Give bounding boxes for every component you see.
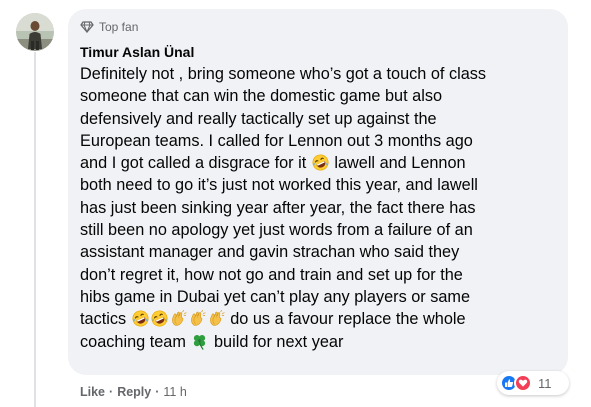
- clapping-hands-icon: [170, 310, 187, 327]
- comment-line: European teams. I called for Lennon out …: [80, 131, 473, 150]
- comment-line: has just been sinking year after year, t…: [80, 198, 476, 217]
- comment-line: someone that can win the domestic game b…: [80, 87, 443, 106]
- separator: ·: [155, 385, 160, 399]
- comment-line: and I got called a disgrace for it lawel…: [80, 152, 564, 174]
- comment-line: both need to go it’s just not worked thi…: [80, 176, 478, 195]
- comment-text: Definitely not , bring someone who’s got…: [80, 63, 564, 353]
- comment-line: Definitely not , bring someone who’s got…: [80, 65, 487, 83]
- comment-thread: Top fan Timur Aslan Ünal Definitely not …: [0, 0, 591, 407]
- comment-segment: build for next year: [213, 332, 344, 351]
- reaction-count: 11: [538, 375, 552, 391]
- like-button[interactable]: Like: [80, 385, 105, 399]
- comment-segment: tactics: [80, 310, 127, 329]
- comment-line: coaching team build for next year: [80, 331, 564, 353]
- diamond-icon: [80, 21, 94, 33]
- comment-line: still been no apology yet just words fro…: [80, 221, 473, 240]
- clapping-hands-icon: [189, 310, 206, 327]
- comment-segment: lawell and Lennon: [334, 154, 466, 173]
- four-leaf-clover-icon: [191, 333, 208, 350]
- comment-segment: do us a favour replace the whole: [230, 310, 466, 329]
- comment-line: tactics do us a favour replace the whole: [80, 308, 564, 330]
- comment-segment: coaching team: [80, 332, 186, 351]
- comment-segment: and I got called a disgrace for it: [80, 154, 307, 173]
- avatar[interactable]: [16, 13, 54, 51]
- reaction-summary[interactable]: 11: [497, 371, 569, 395]
- comment-line: assistant manager and gavin strachan who…: [80, 243, 460, 262]
- rolling-on-floor-laughing-icon: [151, 310, 168, 327]
- separator: ·: [109, 385, 114, 399]
- author-name[interactable]: Timur Aslan Ünal: [80, 43, 568, 61]
- love-reaction-icon: [514, 374, 532, 392]
- clapping-hands-icon: [208, 310, 225, 327]
- comment-bubble: Top fan Timur Aslan Ünal Definitely not …: [68, 9, 568, 375]
- comment-line: defensively and really tactically set up…: [80, 109, 437, 128]
- thread-line: [34, 52, 36, 407]
- timestamp[interactable]: 11 h: [163, 385, 186, 399]
- comment-line: don’t regret it, how not go and train an…: [80, 265, 463, 284]
- rolling-on-floor-laughing-icon: [132, 310, 149, 327]
- rolling-on-floor-laughing-icon: [312, 154, 329, 171]
- reply-button[interactable]: Reply: [117, 385, 151, 399]
- comment-line: hibs game in Dubai yet can’t play any pl…: [80, 287, 471, 306]
- top-fan-badge: Top fan: [80, 19, 568, 35]
- badge-label: Top fan: [99, 20, 139, 34]
- comment-actions: Like · Reply · 11 h: [80, 385, 187, 399]
